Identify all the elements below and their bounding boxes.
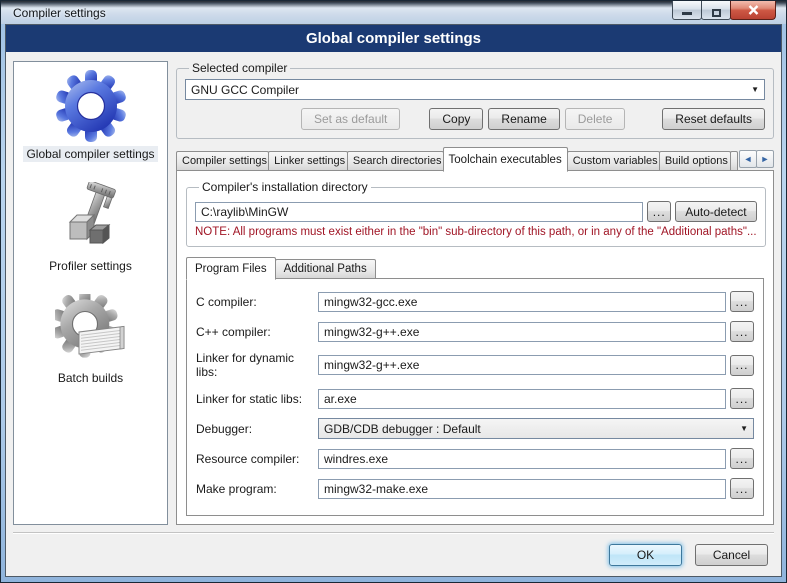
rename-button[interactable]: Rename xyxy=(488,108,559,130)
tab-linker-settings[interactable]: Linker settings xyxy=(268,151,348,171)
toolchain-executables-panel: Compiler's installation directory ... Au… xyxy=(176,170,774,525)
minimize-icon xyxy=(682,12,692,15)
dialog-client-area: Global compiler settings xyxy=(5,24,782,577)
sidebar-item-profiler-settings[interactable]: Profiler settings xyxy=(46,182,135,274)
sidebar-item-global-compiler-settings[interactable]: Global compiler settings xyxy=(23,70,157,162)
field-row-c-compiler: C compiler: ... xyxy=(196,291,754,312)
sidebar-item-label: Global compiler settings xyxy=(23,146,157,162)
c-compiler-input[interactable] xyxy=(318,292,726,312)
cpp-compiler-browse-button[interactable]: ... xyxy=(730,321,754,342)
field-row-resource-compiler: Resource compiler: ... xyxy=(196,448,754,469)
field-row-linker-static: Linker for static libs: ... xyxy=(196,388,754,409)
tab-scroll-buttons: ◄ ► xyxy=(740,150,774,168)
window-title: Compiler settings xyxy=(13,6,106,20)
linker-dynamic-browse-button[interactable]: ... xyxy=(730,355,754,376)
linker-dynamic-input[interactable] xyxy=(318,355,726,375)
program-files-panel: C compiler: ... C++ compiler: ... Linker… xyxy=(186,278,764,516)
tab-scroll-left-button[interactable]: ◄ xyxy=(739,150,757,168)
programs-tabstrip: Program Files Additional Paths xyxy=(186,256,764,279)
linker-static-input[interactable] xyxy=(318,389,726,409)
settings-tabstrip: Compiler settings Linker settings Search… xyxy=(176,146,774,171)
chevron-down-icon: ▼ xyxy=(751,86,759,94)
installation-directory-group-label: Compiler's installation directory xyxy=(199,180,371,194)
debugger-select-value: GDB/CDB debugger : Default xyxy=(324,422,481,436)
compiler-settings-dialog: Compiler settings Global compiler settin… xyxy=(0,0,787,583)
sidebar-item-batch-builds[interactable]: Batch builds xyxy=(55,294,127,386)
resource-compiler-input[interactable] xyxy=(318,449,726,469)
tab-custom-variables[interactable]: Custom variables xyxy=(567,151,660,171)
field-row-linker-dynamic: Linker for dynamic libs: ... xyxy=(196,351,754,379)
linker-static-browse-button[interactable]: ... xyxy=(730,388,754,409)
compiler-select[interactable]: GNU GCC Compiler ▼ xyxy=(185,79,765,100)
debugger-select[interactable]: GDB/CDB debugger : Default ▼ xyxy=(318,418,754,439)
field-label: C compiler: xyxy=(196,295,318,309)
set-as-default-button[interactable]: Set as default xyxy=(301,108,400,130)
copy-button[interactable]: Copy xyxy=(429,108,483,130)
field-label: Debugger: xyxy=(196,422,318,436)
field-label: C++ compiler: xyxy=(196,325,318,339)
main-panel: Selected compiler GNU GCC Compiler ▼ Set… xyxy=(176,61,774,525)
field-label: Linker for static libs: xyxy=(196,392,318,406)
cpp-compiler-input[interactable] xyxy=(318,322,726,342)
field-label: Linker for dynamic libs: xyxy=(196,351,318,379)
blue-gear-icon xyxy=(55,70,127,142)
tab-scroll-right-button[interactable]: ► xyxy=(756,150,774,168)
installation-directory-browse-button[interactable]: ... xyxy=(647,201,671,222)
field-label: Make program: xyxy=(196,482,318,496)
grey-gear-papers-icon xyxy=(55,294,127,366)
page-title: Global compiler settings xyxy=(6,25,781,52)
compiler-select-value: GNU GCC Compiler xyxy=(191,83,299,97)
tab-search-directories[interactable]: Search directories xyxy=(347,151,444,171)
content: Global compiler settings xyxy=(6,52,781,525)
caption-buttons xyxy=(673,1,786,20)
close-icon xyxy=(748,5,759,15)
installation-directory-input[interactable] xyxy=(195,202,643,222)
settings-category-list: Global compiler settings xyxy=(13,61,168,525)
tab-toolchain-executables[interactable]: Toolchain executables xyxy=(443,147,568,172)
field-label: Resource compiler: xyxy=(196,452,318,466)
tab-overflow-partial[interactable] xyxy=(730,151,738,171)
installation-directory-group: Compiler's installation directory ... Au… xyxy=(186,180,766,247)
installation-directory-note: NOTE: All programs must exist either in … xyxy=(195,226,757,238)
c-compiler-browse-button[interactable]: ... xyxy=(730,291,754,312)
auto-detect-button[interactable]: Auto-detect xyxy=(675,201,756,222)
footer: OK Cancel xyxy=(6,534,781,576)
sidebar-item-label: Profiler settings xyxy=(46,258,135,274)
close-button[interactable] xyxy=(730,1,776,20)
tab-build-options[interactable]: Build options xyxy=(659,151,731,171)
minimize-button[interactable] xyxy=(672,1,702,20)
sidebar-item-label: Batch builds xyxy=(55,370,126,386)
maximize-button[interactable] xyxy=(701,1,731,20)
ok-button[interactable]: OK xyxy=(609,544,682,566)
make-program-input[interactable] xyxy=(318,479,726,499)
tab-compiler-settings[interactable]: Compiler settings xyxy=(176,151,269,171)
tab-additional-paths[interactable]: Additional Paths xyxy=(275,259,376,279)
reset-defaults-button[interactable]: Reset defaults xyxy=(662,108,765,130)
compiler-actions: Set as default Copy Rename Delete Reset … xyxy=(185,108,765,130)
field-row-make-program: Make program: ... xyxy=(196,478,754,499)
tab-program-files[interactable]: Program Files xyxy=(186,257,276,280)
field-row-debugger: Debugger: GDB/CDB debugger : Default ▼ xyxy=(196,418,754,439)
maximize-icon xyxy=(712,9,721,17)
field-row-cpp-compiler: C++ compiler: ... xyxy=(196,321,754,342)
titlebar[interactable]: Compiler settings xyxy=(1,1,786,24)
resource-compiler-browse-button[interactable]: ... xyxy=(730,448,754,469)
chevron-down-icon: ▼ xyxy=(740,425,748,433)
selected-compiler-group: Selected compiler GNU GCC Compiler ▼ Set… xyxy=(176,61,774,139)
selected-compiler-group-label: Selected compiler xyxy=(189,61,290,75)
cancel-button[interactable]: Cancel xyxy=(695,544,768,566)
delete-button[interactable]: Delete xyxy=(565,108,626,130)
caliper-cubes-icon xyxy=(54,182,126,254)
make-program-browse-button[interactable]: ... xyxy=(730,478,754,499)
